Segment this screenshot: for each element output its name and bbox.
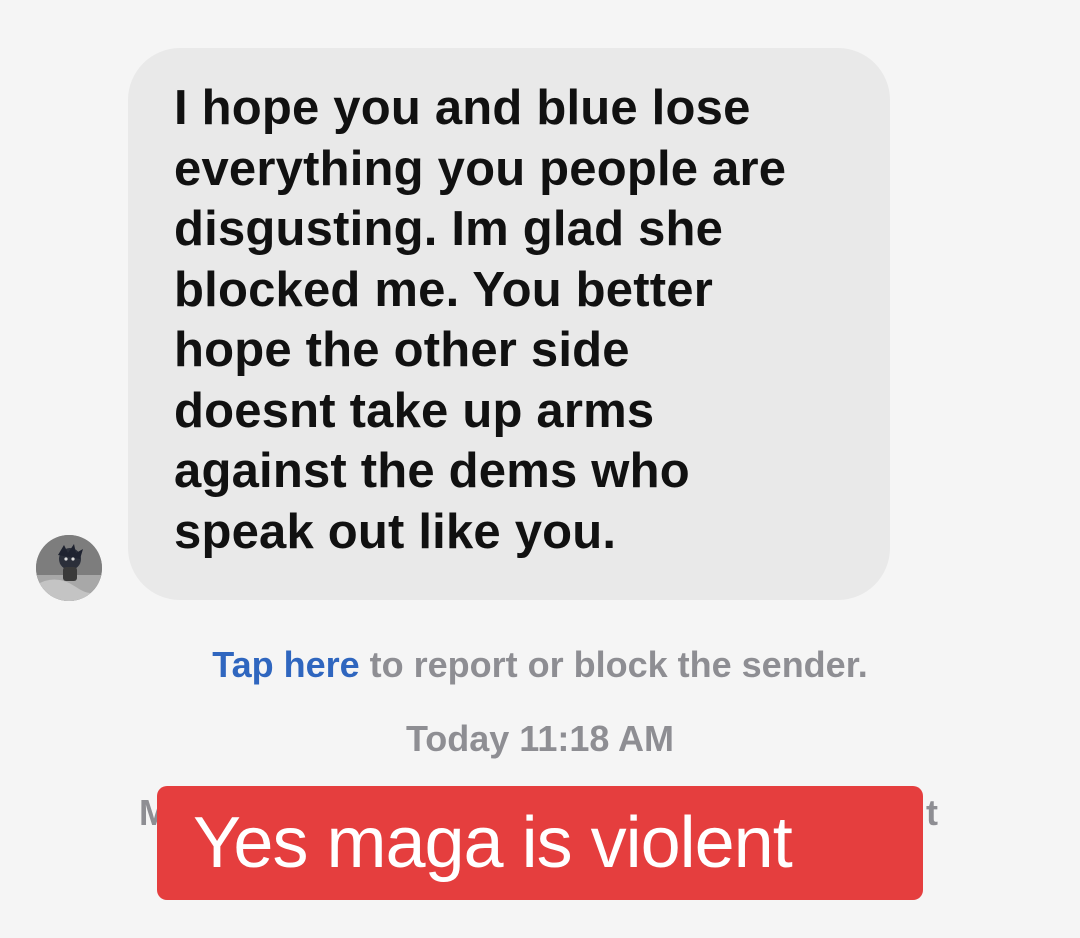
report-notice-text: to report or block the sender.	[359, 644, 868, 685]
message-line: against the dems who	[174, 444, 690, 498]
message-bubble[interactable]: I hope you and blue lose everything you p…	[128, 48, 890, 600]
caption-overlay: Yes maga is violent	[157, 786, 923, 900]
message-line: everything you people are	[174, 141, 787, 196]
message-timestamp: Today 11:18 AM	[405, 718, 675, 759]
message-line: disgusting. Im glad she	[174, 202, 724, 256]
message-line: hope the other side	[174, 323, 630, 377]
obscured-text-right: t	[926, 792, 938, 833]
message-line: doesnt take up arms	[174, 383, 655, 438]
sender-avatar[interactable]	[36, 535, 102, 601]
message-line: I hope you and blue lose	[174, 81, 751, 135]
tap-here-link[interactable]: Tap here	[212, 644, 359, 685]
message-line: speak out like you.	[174, 504, 617, 559]
profile-photo-icon	[36, 535, 102, 601]
message-text: I hope you and blue lose everything you p…	[174, 78, 860, 562]
report-block-notice: Tap here to report or block the sender.	[0, 644, 1080, 686]
caption-text: Yes maga is violent	[193, 803, 793, 883]
message-line: blocked me. You better	[174, 262, 713, 317]
